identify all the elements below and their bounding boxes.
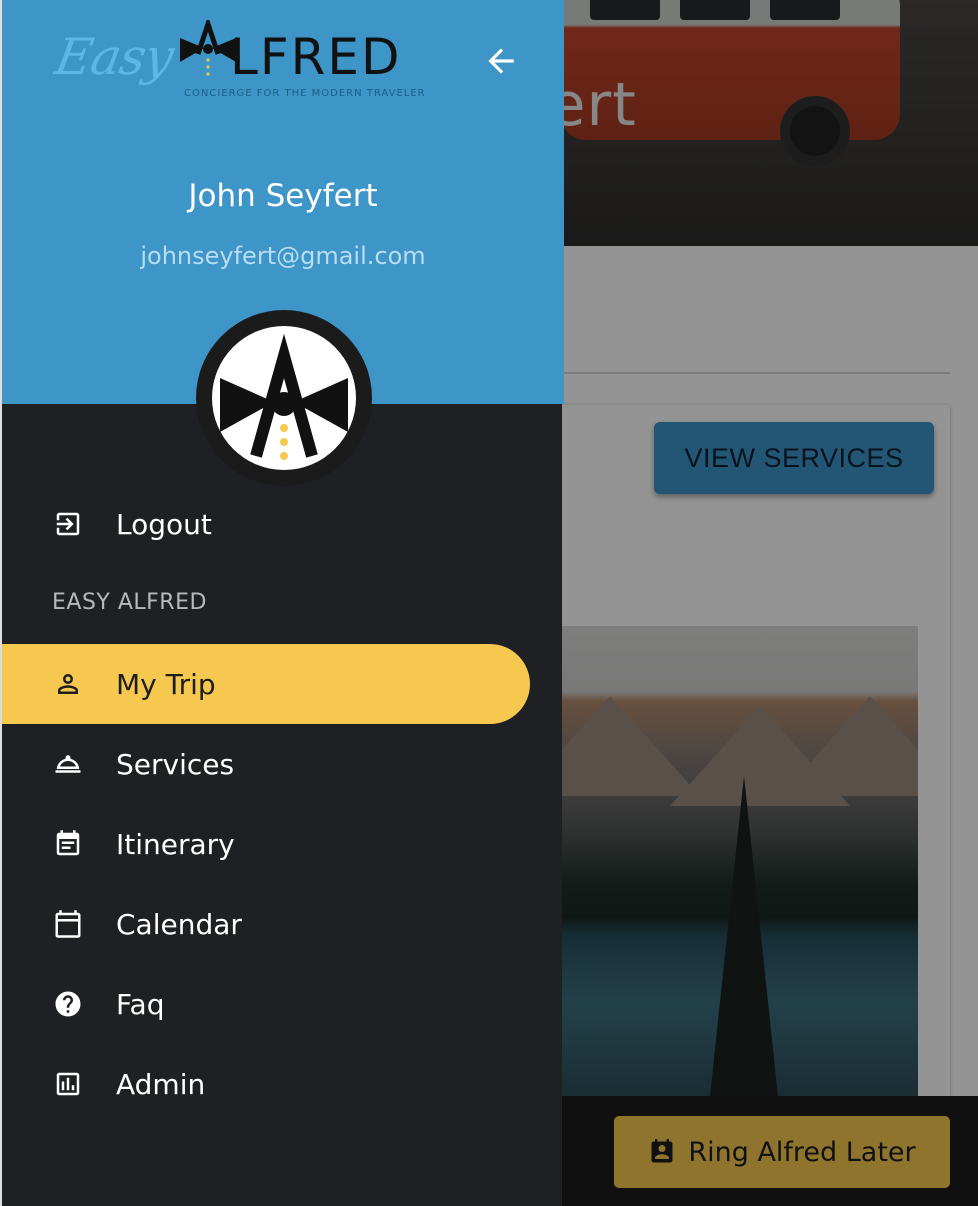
menu-item-label: Calendar xyxy=(116,907,242,941)
room-service-icon xyxy=(52,748,84,780)
menu-item-services[interactable]: Services xyxy=(2,724,530,804)
help-icon xyxy=(52,988,84,1020)
nav-drawer: Easy LFRED CONCIERGE FOR THE MODERN TRAV… xyxy=(0,0,564,1206)
logout-icon xyxy=(52,508,84,540)
arrow-back-icon xyxy=(488,48,514,74)
logo-alfred-text: LFRED xyxy=(230,28,402,86)
calendar-icon xyxy=(52,908,84,940)
logo-easy-text: Easy xyxy=(50,28,178,86)
user-name: John Seyfert xyxy=(188,178,378,214)
person-icon xyxy=(52,668,84,700)
menu-item-logout[interactable]: Logout xyxy=(2,484,530,564)
menu-item-label: Logout xyxy=(116,507,212,541)
menu-item-label: My Trip xyxy=(116,667,216,701)
avatar xyxy=(196,310,372,486)
chart-icon xyxy=(52,1068,84,1100)
menu-item-my-trip[interactable]: My Trip xyxy=(2,644,530,724)
logo-tagline: CONCIERGE FOR THE MODERN TRAVELER xyxy=(184,88,426,99)
menu-item-label: Itinerary xyxy=(116,827,235,861)
menu-item-itinerary[interactable]: Itinerary xyxy=(2,804,530,884)
section-title: EASY ALFRED xyxy=(52,590,207,615)
event-note-icon xyxy=(52,828,84,860)
close-drawer-button[interactable] xyxy=(478,38,524,84)
easy-alfred-logo: Easy LFRED CONCIERGE FOR THE MODERN TRAV… xyxy=(50,18,444,104)
menu-item-label: Services xyxy=(116,747,235,781)
menu-item-label: Faq xyxy=(116,987,165,1021)
menu-item-faq[interactable]: Faq xyxy=(2,964,530,1044)
menu-item-calendar[interactable]: Calendar xyxy=(2,884,530,964)
bowtie-avatar-icon xyxy=(220,333,348,460)
menu-item-admin[interactable]: Admin xyxy=(2,1044,530,1124)
user-email: johnseyfert@gmail.com xyxy=(140,242,426,270)
menu-item-label: Admin xyxy=(116,1067,206,1101)
